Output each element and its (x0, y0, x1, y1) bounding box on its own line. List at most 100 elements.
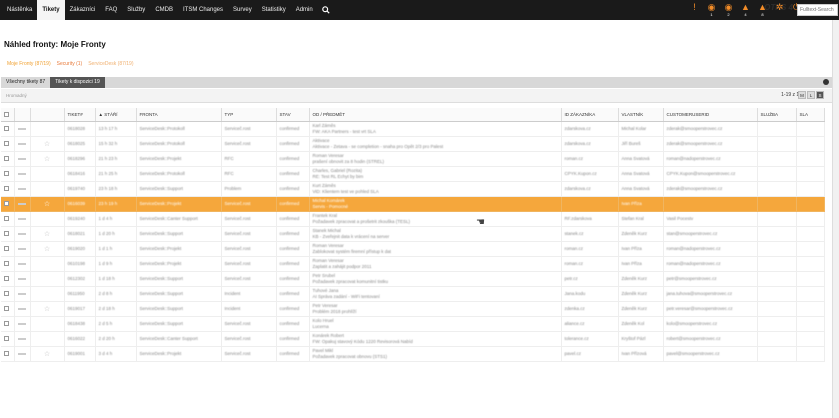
subject-text[interactable]: Zaplatit a zahájit podpor 2011 (313, 264, 558, 270)
from-subject[interactable]: Kolo Hruel Lucerna (309, 316, 562, 332)
table-row[interactable]: 0618438 2 d 5 h ServiceDesk::Support Servic… (1, 316, 825, 332)
row-checkbox[interactable] (4, 246, 9, 252)
view-size-button[interactable]: L (807, 91, 815, 99)
column-header[interactable]: TIKET# (64, 108, 96, 122)
view-size-button[interactable]: M (798, 91, 806, 99)
nav-item-4[interactable]: Služby (122, 0, 150, 20)
star-icon[interactable]: ☆ (44, 156, 50, 163)
subject-text[interactable]: Aktivace - Zetava - se completion - snah… (313, 144, 558, 150)
star-icon[interactable]: ☆ (44, 246, 50, 253)
subject-text[interactable]: FW: Opakuj stavový Kódu 1220 Revisorová … (313, 339, 558, 345)
subject-text[interactable]: AI Správa zadání - WiFi tentovaní (313, 294, 558, 300)
nav-item-8[interactable]: Statistiky (257, 0, 291, 20)
subject-text[interactable]: RE: Test RL Echyt by bim (313, 174, 558, 180)
row-checkbox[interactable] (4, 216, 9, 222)
from-subject[interactable]: Kurt Záměs ViD: Klientem test ve pohled S… (309, 181, 562, 197)
table-row[interactable]: 0612302 1 d 18 h ServiceDesk::Support Servi… (1, 271, 825, 287)
table-row[interactable]: ☆ 0619001 3 d 4 h ServiceDesk::Projekt Servi… (1, 346, 825, 362)
column-header[interactable]: CUSTOMERUSERID (663, 108, 758, 122)
nav-item-1[interactable]: Tikety (37, 0, 65, 20)
subject-text[interactable]: Požadavek zpracovat a prošetrit zkouška … (313, 219, 558, 225)
bulk-action-label[interactable]: Hromadný (6, 93, 27, 98)
exclamation-icon[interactable]: ! (686, 0, 703, 20)
nav-item-7[interactable]: Survey (228, 0, 257, 20)
row-checkbox[interactable] (4, 171, 9, 177)
queue-link[interactable]: Security (1) (57, 61, 83, 67)
table-row[interactable]: ☆ 0619020 1 d 1 h ServiceDesk::Projekt Servi… (1, 241, 825, 257)
table-row[interactable]: 0619740 23 h 18 h ServiceDesk::Support Prob… (1, 181, 825, 197)
column-header[interactable]: SLA (796, 108, 825, 122)
table-row[interactable]: 0610198 1 d 9 h ServiceDesk::Projekt Servic… (1, 256, 825, 272)
row-checkbox[interactable] (4, 126, 9, 132)
table-row[interactable]: ☆ 0618296 21 h 23 h ServiceDesk::Projekt RFC… (1, 151, 825, 167)
from-subject[interactable]: Charles, Gabriel (Rozita) RE: Test RL Ech… (309, 166, 562, 182)
row-checkbox[interactable] (4, 276, 9, 282)
from-subject[interactable]: Michal Komárek Servis - Pomocné (309, 196, 562, 212)
table-row[interactable]: 0619240 1 d 4 h ServiceDesk::Canter Suppor… (1, 211, 825, 227)
subject-text[interactable]: FW: AKA Partners - test vrt SLA (313, 129, 558, 135)
row-checkbox[interactable] (4, 261, 9, 267)
subject-text[interactable]: Požadavek zpracovat obnovu (STS1) (313, 354, 558, 360)
scrollbar[interactable] (832, 20, 839, 418)
nav-item-0[interactable]: Nástěnka (2, 0, 37, 20)
table-row[interactable]: ☆ 0616039 23 h 19 h ServiceDesk::Projekt Ser… (1, 196, 825, 212)
view-size-button[interactable]: S (816, 91, 824, 99)
column-header[interactable]: TYP (221, 108, 277, 122)
tab[interactable]: Tikety k dispozici 19 (50, 77, 105, 88)
from-subject[interactable]: Roman Veresar Zaplatit a zahájit podpor 2… (309, 256, 562, 272)
subject-text[interactable]: Zablokovat systém firemní přístup k dat (313, 249, 558, 255)
nav-item-5[interactable]: CMDB (150, 0, 178, 20)
gear-icon[interactable]: ✲ (771, 0, 788, 20)
subject-text[interactable]: Lucerna (313, 324, 558, 330)
row-checkbox[interactable] (4, 291, 9, 297)
table-row[interactable]: ☆ 0618025 15 h 32 h ServiceDesk::Protokoll S… (1, 136, 825, 152)
eye-icon[interactable]: ◉ 1 (703, 0, 720, 20)
from-subject[interactable]: Aktivace Aktivace - Zetava - se completio… (309, 136, 562, 152)
subject-text[interactable]: Požadavek zpracovat komunitní tistku (313, 279, 558, 285)
column-header[interactable]: ID ZÁKAZNÍKA (561, 108, 619, 122)
nav-item-3[interactable]: FAQ (100, 0, 122, 20)
row-checkbox[interactable] (4, 201, 9, 207)
from-subject[interactable]: Petr Veresar Problém 2018 prohlíží (309, 301, 562, 317)
row-checkbox[interactable] (4, 351, 9, 357)
nav-item-6[interactable]: ITSM Changes (178, 0, 228, 20)
from-subject[interactable]: Petr Srubel Požadavek zpracovat komunitní… (309, 271, 562, 287)
star-icon[interactable]: ☆ (44, 351, 50, 358)
subject-text[interactable]: Servis - Pomocné (313, 204, 558, 210)
column-header[interactable]: ▲ STÁŘÍ (95, 108, 137, 122)
table-row[interactable]: 0618028 13 h 17 h ServiceDesk::Protokoll Se… (1, 121, 825, 137)
subject-text[interactable]: Problém 2018 prohlíží (313, 309, 558, 315)
from-subject[interactable]: Konárek Robert FW: Opakuj stavový Kódu 12… (309, 331, 562, 347)
subject-text[interactable]: ViD: Klientem test ve pohled SLA (313, 189, 558, 195)
from-subject[interactable]: Frantek Kral Požadavek zpracovat a prošet… (309, 211, 562, 227)
settings-icon[interactable] (823, 79, 829, 85)
from-subject[interactable]: Roman Veresar prašení obnovit za 8 hodin … (309, 151, 562, 167)
subject-text[interactable]: KB - Zveřejnit data k vrácení na server (313, 234, 558, 240)
table-row[interactable]: 0611950 2 d 8 h ServiceDesk::Support Incide… (1, 286, 825, 302)
nav-item-2[interactable]: Zákazníci (65, 0, 101, 20)
queue-link[interactable]: Moje Fronty (87/19) (7, 61, 51, 67)
lock-icon[interactable]: ▲ 8 (754, 0, 771, 20)
from-subject[interactable]: Stanek Michal KB - Zveřejnit data k vráce… (309, 226, 562, 242)
select-all-checkbox[interactable] (4, 111, 9, 117)
row-checkbox[interactable] (4, 156, 9, 162)
column-header[interactable]: OD / PŘEDMĚT (309, 108, 562, 122)
tab[interactable]: Všechny tikety 87 (1, 77, 50, 88)
from-subject[interactable]: Pavel Mikl Požadavek zpracovat obnovu (ST… (309, 346, 562, 362)
column-header[interactable]: STAV (276, 108, 310, 122)
fulltext-search-input[interactable] (797, 4, 838, 16)
star-icon[interactable]: ☆ (44, 231, 50, 238)
table-row[interactable]: ☆ 0618021 1 d 20 h ServiceDesk::Support Serv… (1, 226, 825, 242)
star-icon[interactable]: ☆ (44, 306, 50, 313)
eye-icon[interactable]: ◉ 2 (720, 0, 737, 20)
from-subject[interactable]: Tuhové Jana AI Správa zadání - WiFi tento… (309, 286, 562, 302)
column-header[interactable]: SLUŽBA (757, 108, 797, 122)
star-icon[interactable]: ☆ (44, 141, 50, 148)
row-checkbox[interactable] (4, 231, 9, 237)
row-checkbox[interactable] (4, 321, 9, 327)
search-icon[interactable] (318, 0, 334, 20)
column-header[interactable]: FRONTA (136, 108, 222, 122)
subject-text[interactable]: prašení obnovit za 8 hodin (STREL) (313, 159, 558, 165)
column-header[interactable]: VLASTNÍK (618, 108, 664, 122)
star-icon[interactable]: ☆ (44, 201, 50, 208)
